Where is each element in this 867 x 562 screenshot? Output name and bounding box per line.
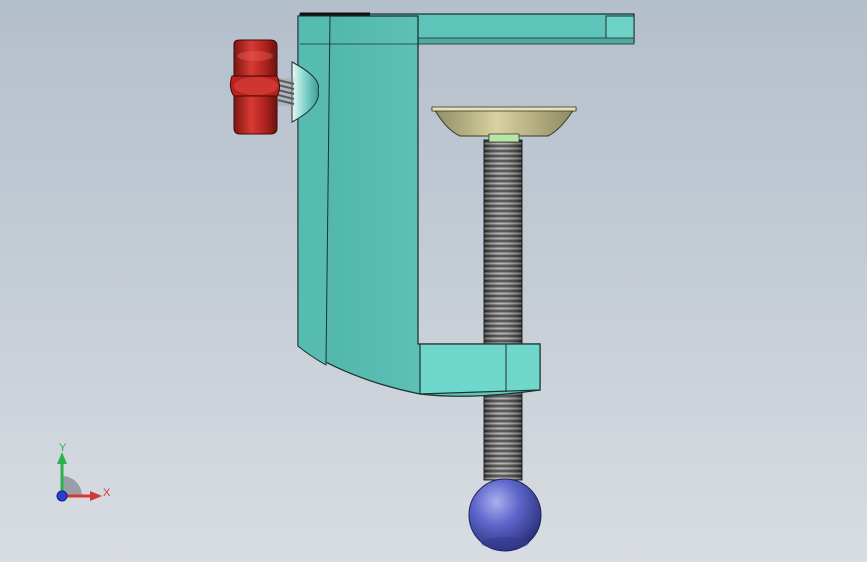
orientation-triad[interactable]: Y X (48, 440, 120, 510)
clamp-model[interactable] (0, 0, 867, 562)
y-axis-label: Y (59, 442, 67, 454)
clamp-frame[interactable] (297, 12, 635, 397)
graphics-viewport[interactable]: Y X (0, 0, 867, 562)
threaded-screw[interactable] (483, 139, 523, 481)
ball-handle[interactable] (468, 478, 542, 552)
red-knob[interactable] (229, 39, 280, 135)
pressure-pad[interactable] (430, 106, 578, 143)
x-axis-label: X (103, 487, 111, 499)
